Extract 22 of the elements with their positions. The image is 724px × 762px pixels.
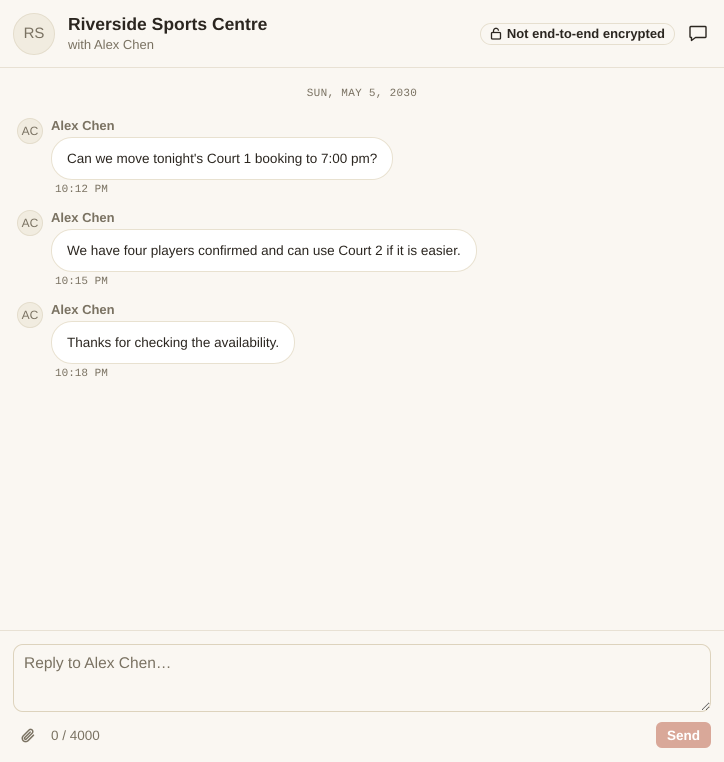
sender-avatar: AC [17, 210, 43, 236]
message-icon[interactable] [689, 25, 707, 42]
sender-avatar: AC [17, 302, 43, 328]
message-bubble: Can we move tonight's Court 1 booking to 7:00 pm? [51, 137, 394, 180]
conversation-title: Riverside Sports Centre [68, 13, 268, 35]
sender-name: Alex Chen [51, 302, 115, 318]
paperclip-icon[interactable] [20, 726, 36, 744]
encryption-label: Not end-to-end encrypted [506, 26, 665, 41]
reply-input-field[interactable]: Reply to Alex Chen… [13, 644, 711, 712]
sender-name: Alex Chen [51, 210, 115, 226]
conversation-subtitle: with Alex Chen [68, 36, 154, 54]
character-count: 0 / 4000 [51, 728, 101, 742]
date-divider: SUN, MAY 5, 2030 [306, 88, 418, 100]
sender-avatar: AC [17, 118, 43, 144]
sender-name: Alex Chen [51, 118, 115, 134]
message-time: 10:18 PM [55, 368, 108, 380]
message-time: 10:12 PM [55, 184, 108, 196]
message-time: 10:15 PM [55, 276, 108, 288]
message-bubble: We have four players confirmed and can use Court 2 if it is easier. [51, 229, 477, 272]
avatar: RS [13, 12, 55, 54]
message-bubble: Thanks for checking the availability. [51, 321, 296, 364]
lock-icon [490, 27, 502, 40]
